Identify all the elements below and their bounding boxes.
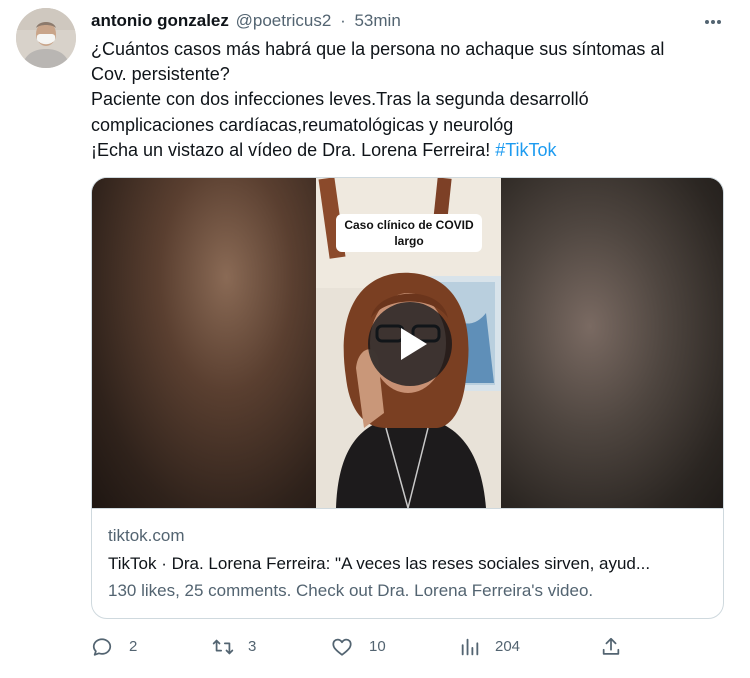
- share-button[interactable]: [600, 634, 624, 660]
- link-card[interactable]: Caso clínico de COVID largo tiktok.com T…: [91, 177, 724, 619]
- heart-icon: [332, 638, 352, 656]
- reply-button[interactable]: 2: [91, 634, 151, 660]
- tweet-text-line: complicaciones cardíacas,reumatológicas …: [91, 114, 514, 135]
- blurred-background-left: [92, 178, 316, 508]
- card-info[interactable]: tiktok.com TikTok · Dra. Lorena Ferreira…: [92, 508, 723, 618]
- card-domain: tiktok.com: [108, 526, 185, 545]
- action-bar: 2 3 10 204: [91, 634, 731, 660]
- views-bar-chart-icon: [461, 638, 479, 656]
- tweet-header: antonio gonzalez @poetricus2 · 53min: [91, 10, 401, 32]
- tweet-text: ¿Cuántos casos más habrá que la persona …: [91, 37, 731, 163]
- play-icon[interactable]: [368, 302, 452, 386]
- more-dots-icon[interactable]: [698, 8, 728, 34]
- video-thumbnail[interactable]: Caso clínico de COVID largo: [92, 178, 723, 508]
- views-button[interactable]: 204: [459, 634, 539, 660]
- blurred-background-right: [501, 178, 723, 508]
- hashtag-link[interactable]: #TikTok: [495, 140, 556, 160]
- author-handle[interactable]: @poetricus2: [236, 11, 332, 30]
- card-description: 130 likes, 25 comments. Check out Dra. L…: [108, 581, 594, 600]
- tweet[interactable]: antonio gonzalez @poetricus2 · 53min ¿Cu…: [0, 0, 750, 678]
- author-name[interactable]: antonio gonzalez: [91, 11, 229, 30]
- tweet-text-line: ¿Cuántos casos más habrá que la persona …: [91, 39, 665, 59]
- retweet-count: 3: [248, 638, 257, 655]
- tweet-text-line: Cov. persistente?: [91, 64, 230, 85]
- share-icon: [602, 637, 620, 655]
- tweet-text-line: ¡Echa un vistazo al vídeo de Dra. Lorena…: [91, 139, 496, 160]
- reply-count: 2: [129, 638, 138, 655]
- like-count: 10: [369, 638, 386, 655]
- retweet-icon: [212, 639, 234, 655]
- video-caption: Caso clínico de COVID largo: [336, 214, 482, 252]
- reply-icon: [92, 638, 112, 656]
- card-title: TikTok · Dra. Lorena Ferreira: "A veces …: [108, 554, 651, 573]
- separator-dot: ·: [340, 11, 346, 30]
- tweet-text-line-last: ¡Echa un vistazo al vídeo de Dra. Lorena…: [91, 138, 731, 163]
- views-count: 204: [495, 638, 521, 655]
- avatar[interactable]: [16, 8, 76, 68]
- avatar-image: [16, 8, 76, 68]
- retweet-button[interactable]: 3: [211, 634, 281, 660]
- tweet-text-line: Paciente con dos infecciones leves.Tras …: [91, 89, 589, 110]
- timestamp[interactable]: 53min: [354, 11, 400, 30]
- like-button[interactable]: 10: [331, 634, 401, 660]
